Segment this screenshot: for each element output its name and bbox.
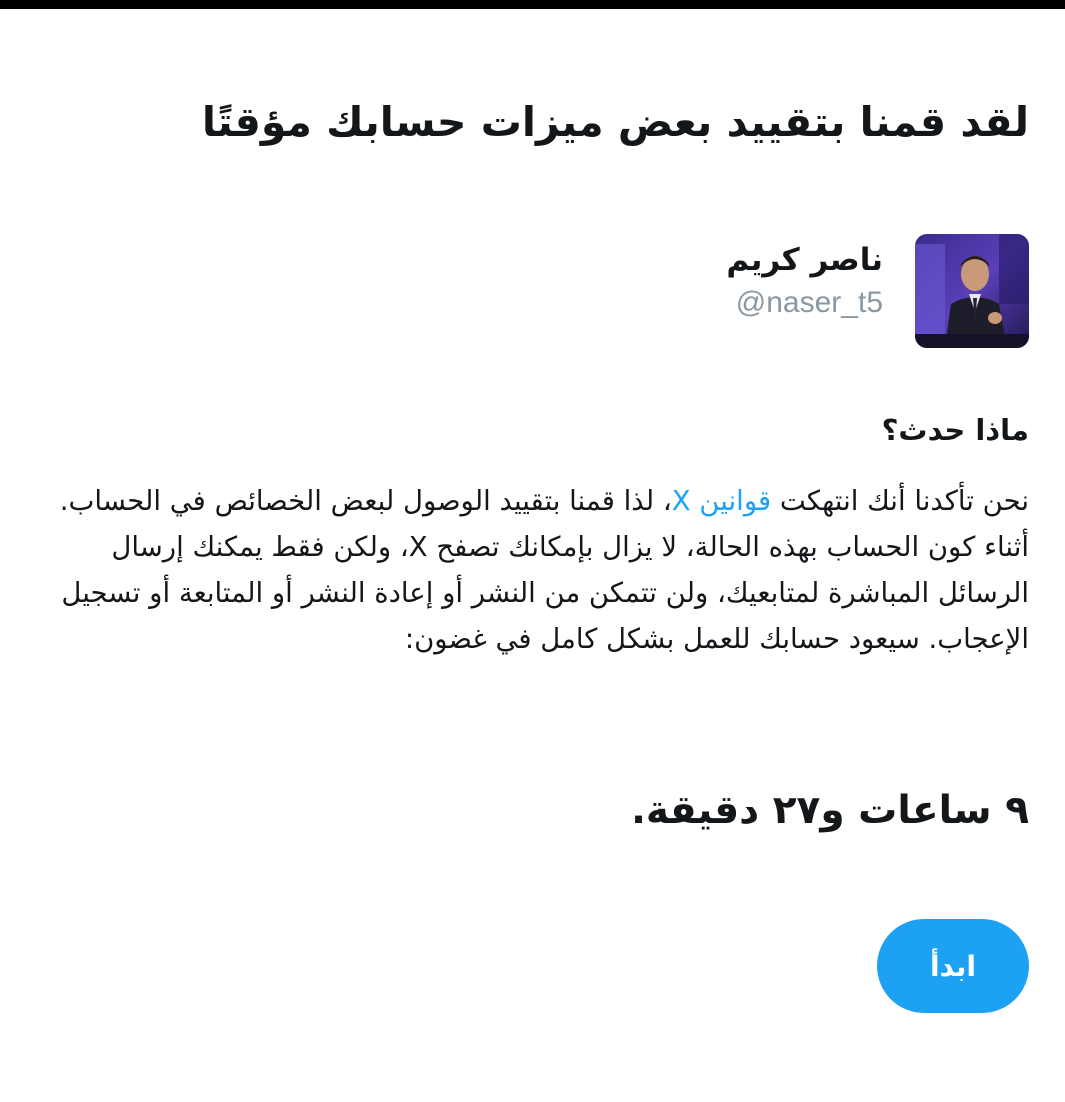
countdown-timer: ٩ ساعات و٢٧ دقيقة. — [631, 788, 1029, 833]
account-handle: @naser_t5 — [735, 285, 883, 319]
account-card: ناصر كريم @naser_t5 — [726, 234, 1029, 350]
explanation-part-1: نحن تأكدنا أنك انتهكت — [771, 485, 1029, 517]
avatar — [915, 234, 1029, 348]
account-names: ناصر كريم @naser_t5 — [726, 234, 883, 320]
explanation-text: نحن تأكدنا أنك انتهكت قوانين X، لذا قمنا… — [40, 478, 1029, 662]
status-bar-strip — [0, 0, 1065, 9]
display-name: ناصر كريم — [726, 242, 883, 278]
section-heading: ماذا حدث؟ — [881, 413, 1029, 447]
start-button[interactable]: ابدأ — [877, 919, 1029, 1013]
x-rules-link[interactable]: قوانين X — [672, 485, 771, 517]
page-title: لقد قمنا بتقييد بعض ميزات حسابك مؤقتًا — [201, 98, 1029, 146]
